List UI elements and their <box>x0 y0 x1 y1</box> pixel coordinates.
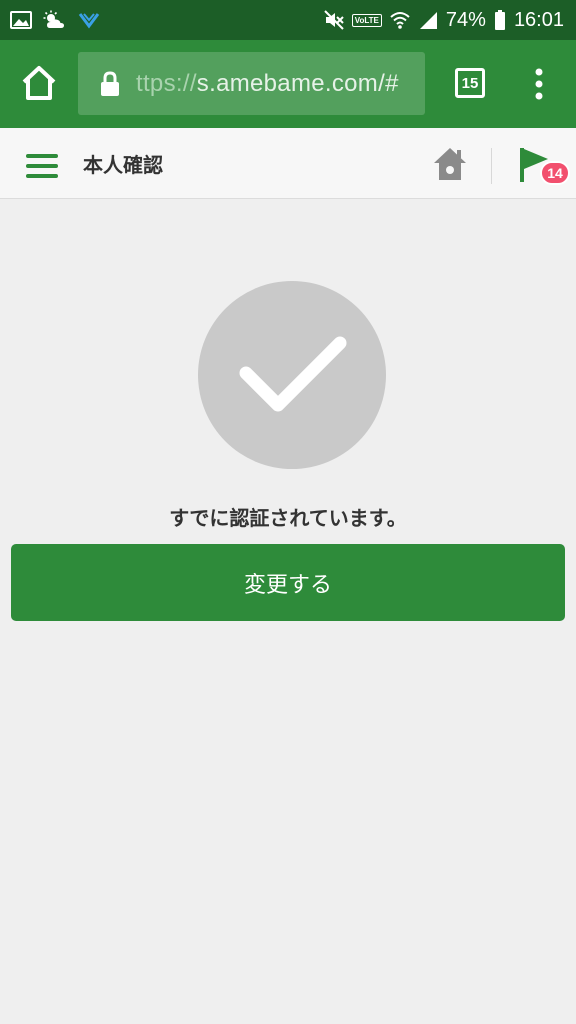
status-message: すでに認証されています。 <box>169 506 407 530</box>
status-bar: VoLTE 74% 16:01 <box>0 0 576 40</box>
home-icon[interactable] <box>432 146 468 182</box>
notification-badge: 14 <box>540 161 570 185</box>
battery-percent: 74% <box>445 8 486 31</box>
verified-check-icon <box>198 281 386 469</box>
url-host: s.amebame.com/# <box>196 69 399 97</box>
hamburger-menu-icon[interactable] <box>26 153 58 179</box>
signal-icon <box>419 12 437 29</box>
lock-icon <box>101 70 119 96</box>
url-scheme: ttps:// <box>136 69 197 97</box>
browser-toolbar: ttps://s.amebame.com/# 15 <box>0 40 576 128</box>
wifi-icon <box>390 12 410 29</box>
weather-icon <box>43 10 64 28</box>
url-text: ttps://s.amebame.com/# <box>136 70 399 98</box>
tab-switcher-button[interactable]: 15 <box>455 68 485 98</box>
app-icon <box>78 13 100 29</box>
clock: 16:01 <box>513 8 564 31</box>
header-divider <box>491 148 492 184</box>
change-button[interactable]: 変更する <box>11 544 565 621</box>
volte-indicator: VoLTE <box>351 13 382 27</box>
page-title: 本人確認 <box>83 153 163 177</box>
url-bar[interactable]: ttps://s.amebame.com/# <box>78 52 425 115</box>
overflow-menu-icon[interactable] <box>532 68 546 100</box>
battery-icon <box>494 10 505 30</box>
mute-icon <box>324 10 344 30</box>
app-header: 本人確認 <box>0 128 576 199</box>
image-icon <box>10 11 32 29</box>
browser-home-icon[interactable] <box>20 64 58 104</box>
